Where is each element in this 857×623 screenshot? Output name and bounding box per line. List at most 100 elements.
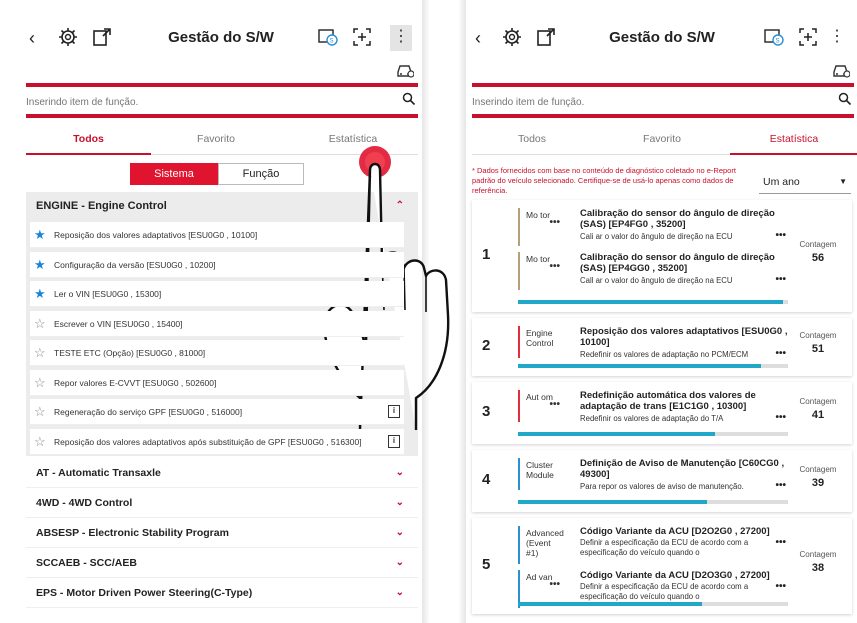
segment-function[interactable]: Função xyxy=(218,163,304,185)
search-icon[interactable] xyxy=(402,92,416,106)
sw-icon[interactable]: S xyxy=(318,27,338,47)
system-category-label: 4WD - 4WD Control xyxy=(36,497,133,509)
more-icon[interactable]: ••• xyxy=(549,580,560,590)
more-icon[interactable]: ••• xyxy=(549,218,560,228)
system-category[interactable]: AT - Automatic Transaxle ⌄ xyxy=(26,458,418,488)
system-tag: Cluster Module xyxy=(518,458,562,490)
scan-icon[interactable] xyxy=(798,27,818,47)
function-description: Para repor os valores de aviso de manute… xyxy=(580,482,744,491)
usage-count: Contagem 51 xyxy=(792,331,844,355)
chevron-down-icon[interactable]: ⌄ xyxy=(396,518,404,548)
period-select[interactable]: Um ano ▼ xyxy=(759,170,851,194)
star-filled-icon[interactable]: ★ xyxy=(34,222,46,247)
chevron-down-icon[interactable]: ⌄ xyxy=(396,548,404,578)
ranking-entry[interactable]: Mo tor ••• Calibração do sensor do ângulo … xyxy=(518,208,788,248)
function-title: Reposição dos valores adaptativos [ESU0G… xyxy=(580,326,788,348)
tab-statistics[interactable]: Estatística xyxy=(730,133,857,145)
ranking-entry[interactable]: Advanced (Event #1) Código Variante da AC… xyxy=(518,526,788,566)
usage-count: Contagem 39 xyxy=(792,465,844,489)
chevron-down-icon[interactable]: ⌄ xyxy=(396,578,404,608)
function-list-item-label: Ler o VIN [ESU0G0 , 15300] xyxy=(54,289,162,299)
tab-active-indicator xyxy=(730,153,857,155)
usage-count-value: 51 xyxy=(811,343,825,355)
more-icon[interactable]: ••• xyxy=(775,348,786,359)
function-list-item[interactable]: ☆ Repor valores E-CVVT [ESU0G0 , 502600] xyxy=(30,369,404,396)
function-list-item-label: Regeneração do serviço GPF [ESU0G0 , 516… xyxy=(54,407,243,417)
more-icon[interactable]: ••• xyxy=(775,230,786,241)
ranking-entry[interactable]: Engine Control Reposição dos valores adap… xyxy=(518,326,788,360)
function-list-item[interactable]: ☆ Reposição dos valores adaptativos após … xyxy=(30,428,404,455)
document-icon[interactable]: i xyxy=(388,405,400,418)
more-icon[interactable]: ••• xyxy=(775,480,786,491)
document-icon[interactable]: i xyxy=(388,434,400,448)
sw-icon[interactable]: S xyxy=(764,27,784,47)
system-tag-label: Engine Control xyxy=(526,328,554,348)
star-empty-icon[interactable]: ☆ xyxy=(34,370,46,395)
ranking-entry[interactable]: Cluster Module Definição de Aviso de Manu… xyxy=(518,458,788,492)
usage-bar xyxy=(518,300,788,304)
function-list-item[interactable]: ★ Ler o VIN [ESU0G0 , 15300] xyxy=(30,281,404,307)
function-list-item[interactable]: ★ Reposição dos valores adaptativos [ESU0… xyxy=(30,222,404,248)
tab-favorite[interactable]: Favorito xyxy=(597,133,727,145)
function-list-item[interactable]: ☆ Regeneração do serviço GPF [ESU0G0 , 51… xyxy=(30,399,404,425)
usage-bar xyxy=(518,432,788,436)
panel-shadow xyxy=(422,0,430,623)
tab-all[interactable]: Todos xyxy=(26,133,151,145)
usage-bar-fill xyxy=(518,432,716,436)
function-title: Código Variante da ACU [D2O3G0 , 27200] xyxy=(580,570,770,581)
ranking-card[interactable]: 1 Mo tor ••• Calibração do sensor do ângulo… xyxy=(472,200,852,312)
usage-count-label: Contagem xyxy=(799,331,837,340)
system-category[interactable]: ABSESP - Electronic Stability Program ⌄ xyxy=(26,518,418,548)
car-icon[interactable] xyxy=(832,62,850,78)
ranking-card[interactable]: 5 Advanced (Event #1) Código Variante da A… xyxy=(472,518,852,614)
function-title: Calibração do sensor do ângulo de direçã… xyxy=(580,252,775,274)
ranking-entry[interactable]: Aut om ••• Redefinição automática dos valo… xyxy=(518,390,788,424)
usage-count-value: 56 xyxy=(811,252,825,264)
star-filled-icon[interactable]: ★ xyxy=(34,281,46,306)
function-list-item[interactable]: ☆ TESTE ETC (Opção) [ESU0G0 , 81000] xyxy=(30,340,404,366)
star-empty-icon[interactable]: ☆ xyxy=(34,399,46,424)
usage-bar-fill xyxy=(518,500,707,504)
more-icon[interactable]: ••• xyxy=(775,412,786,423)
menu-icon[interactable]: ⋮ xyxy=(826,25,848,51)
usage-count-label: Contagem xyxy=(799,240,837,249)
system-tag-label: Mo tor xyxy=(526,254,551,264)
system-category[interactable]: EPS - Motor Driven Power Steering(C-Type… xyxy=(26,578,418,608)
usage-count-label: Contagem xyxy=(799,550,837,559)
panel-shadow xyxy=(458,0,466,623)
chevron-down-icon[interactable]: ⌄ xyxy=(396,458,404,488)
ranking-entry[interactable]: Mo tor ••• Calibração do sensor do ângulo … xyxy=(518,252,788,292)
usage-bar-fill xyxy=(518,300,783,304)
tab-all[interactable]: Todos xyxy=(472,133,592,145)
star-empty-icon[interactable]: ☆ xyxy=(34,311,46,336)
more-icon[interactable]: ••• xyxy=(549,262,560,272)
more-icon[interactable]: ••• xyxy=(775,537,786,548)
system-tag-label: Mo tor xyxy=(526,210,551,220)
usage-count-label: Contagem xyxy=(799,465,837,474)
function-description: Redefinir os valores de adaptação do T/A xyxy=(580,414,724,423)
search-icon[interactable] xyxy=(838,92,852,106)
system-category[interactable]: SCCAEB - SCC/AEB ⌄ xyxy=(26,548,418,578)
system-category[interactable]: 4WD - 4WD Control ⌄ xyxy=(26,488,418,518)
more-icon[interactable]: ••• xyxy=(775,274,786,285)
system-tag: Advanced (Event #1) xyxy=(518,526,564,564)
menu-icon[interactable]: ⋮ xyxy=(390,25,412,51)
car-icon[interactable] xyxy=(396,62,414,78)
more-icon[interactable]: ••• xyxy=(775,581,786,592)
ranking-card[interactable]: 3 Aut om ••• Redefinição automática dos val… xyxy=(472,382,852,444)
tab-favorite[interactable]: Favorito xyxy=(151,133,281,145)
more-icon[interactable]: ••• xyxy=(549,400,560,410)
ranking-card[interactable]: 2 Engine Control Reposição dos valores ada… xyxy=(472,318,852,376)
chevron-down-icon[interactable]: ⌄ xyxy=(396,488,404,518)
scan-icon[interactable] xyxy=(352,27,372,47)
search-input[interactable] xyxy=(472,97,854,108)
search-input[interactable] xyxy=(26,97,418,108)
ranking-card[interactable]: 4 Cluster Module Definição de Aviso de Man… xyxy=(472,450,852,512)
star-empty-icon[interactable]: ☆ xyxy=(34,340,46,365)
function-list-item[interactable]: ☆ Escrever o VIN [ESU0G0 , 15400] xyxy=(30,310,404,337)
function-list-item[interactable]: ★ Configuração da versão [ESU0G0 , 10200] xyxy=(30,251,404,278)
star-empty-icon[interactable]: ☆ xyxy=(34,429,46,454)
reference-note: * Dados fornecidos com base no conteúdo … xyxy=(472,166,736,195)
segment-system[interactable]: Sistema xyxy=(130,163,218,185)
star-filled-icon[interactable]: ★ xyxy=(34,252,46,277)
